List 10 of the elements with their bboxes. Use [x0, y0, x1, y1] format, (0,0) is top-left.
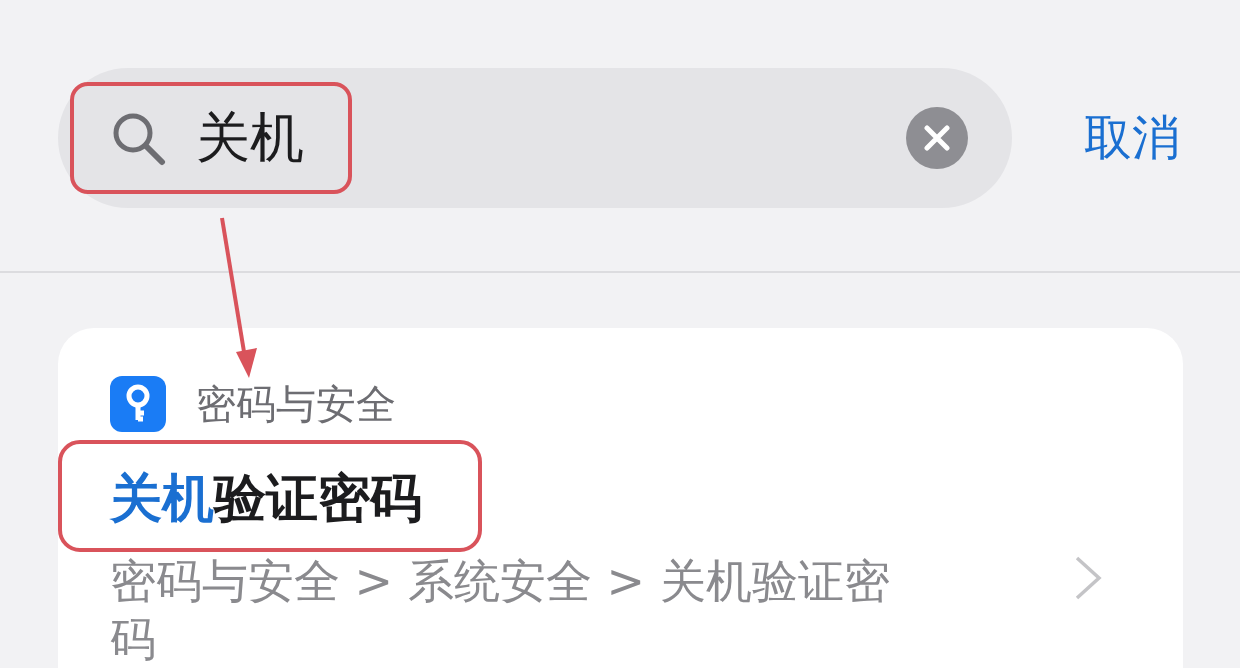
- chevron-icon: [1073, 554, 1103, 602]
- search-field[interactable]: 关机: [58, 68, 1012, 208]
- result-card[interactable]: 密码与安全 关机验证密码 密码与安全 > 系统安全 > 关机验证密码: [58, 328, 1183, 668]
- cancel-button[interactable]: 取消: [1084, 106, 1180, 170]
- key-icon: [110, 376, 166, 432]
- section-label: 密码与安全: [196, 379, 396, 429]
- result-path: 密码与安全 > 系统安全 > 关机验证密码: [110, 553, 891, 668]
- search-value: 关机: [196, 105, 304, 171]
- result-title: 关机验证密码: [110, 467, 422, 530]
- close-icon: [924, 125, 950, 151]
